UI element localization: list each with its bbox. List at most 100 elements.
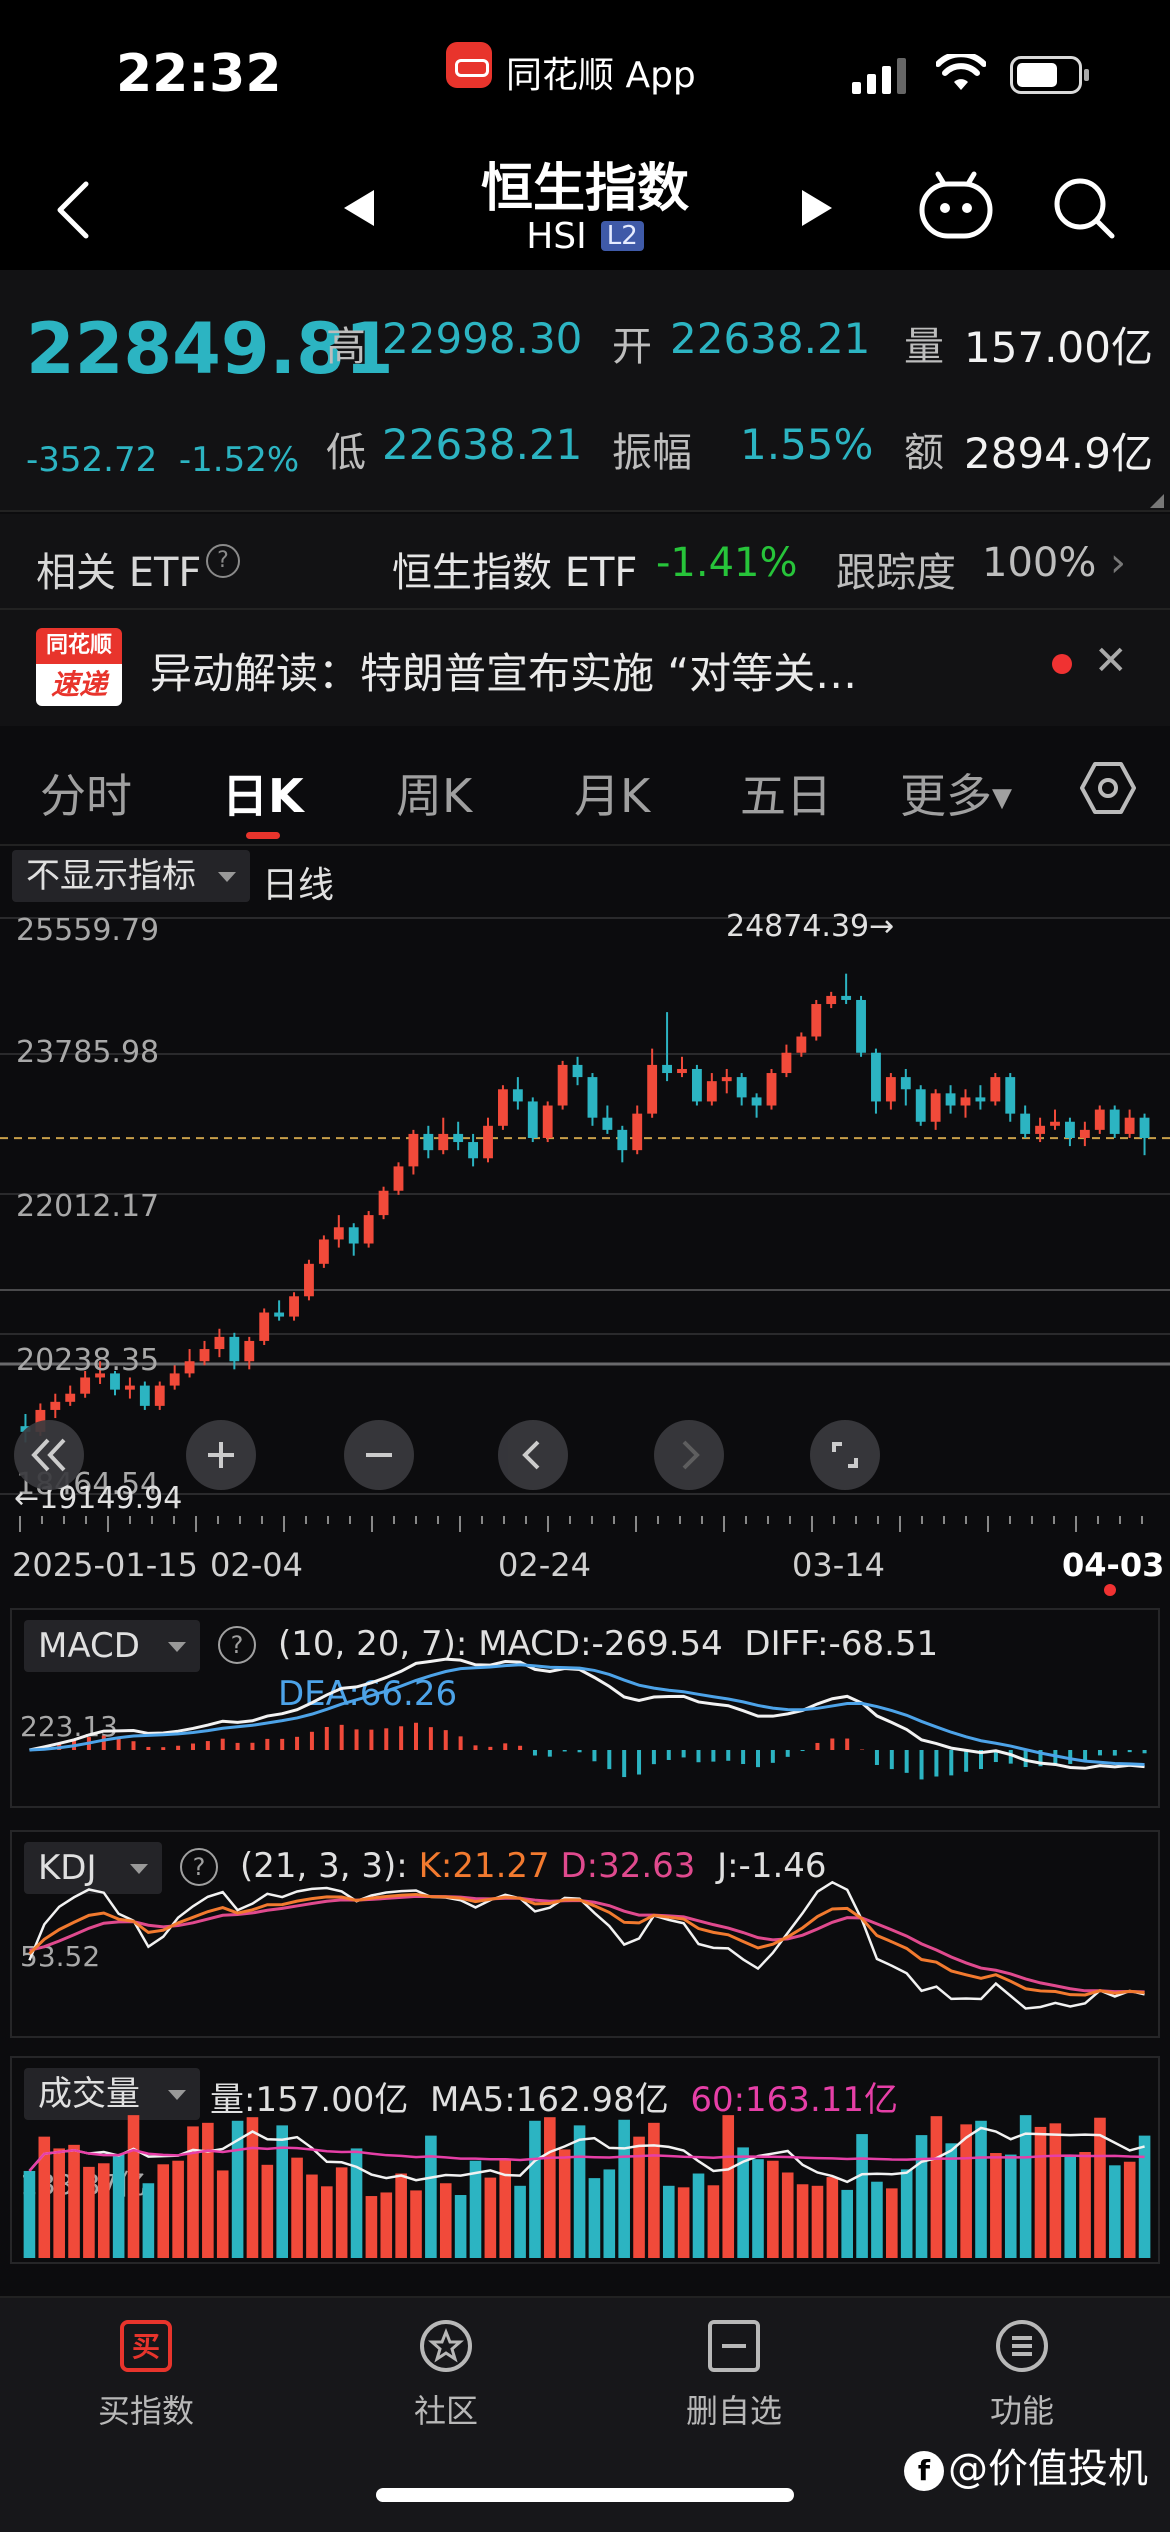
volume-bar [261, 2164, 274, 2258]
etf-label: 相关 ETF [36, 550, 202, 596]
remove-watchlist-icon [708, 2320, 760, 2372]
high-label: 高 [326, 324, 366, 370]
date-label-3: 02-24 [498, 1546, 591, 1584]
nav-functions[interactable]: 功能 [922, 2318, 1122, 2432]
candle [423, 1125, 434, 1159]
tab-weekly[interactable]: 周K [396, 760, 472, 826]
candle [169, 1365, 180, 1390]
news-alert-row[interactable]: 同花顺 速递 异动解读：特朗普宣布实施 “对等关… ✕ [0, 610, 1170, 726]
candle [587, 1073, 598, 1126]
active-tab-indicator [246, 832, 280, 839]
volume-bar [83, 2166, 95, 2258]
page-title: 恒生指数 [480, 159, 689, 219]
candle [960, 1089, 971, 1118]
candle [50, 1393, 61, 1419]
nav-community[interactable]: 社区 [346, 2318, 546, 2432]
wifi-icon [936, 54, 986, 90]
candle-body [274, 1312, 285, 1317]
robot-assistant-icon[interactable] [918, 170, 994, 240]
candle-body [885, 1077, 896, 1102]
candle [945, 1085, 956, 1114]
zoom-out-button[interactable] [344, 1420, 414, 1490]
candle-body [348, 1227, 359, 1244]
watermark: f @价值投机 [904, 2436, 1148, 2494]
tracking-value: 100% [982, 540, 1097, 586]
candle-body [498, 1089, 508, 1126]
turnover-label: 额 [904, 430, 944, 476]
nav-remove-label: 删自选 [685, 2392, 782, 2430]
close-icon[interactable]: ✕ [1094, 638, 1128, 684]
scroll-left-button[interactable] [498, 1420, 568, 1490]
kdj-panel: KDJ ? (21, 3, 3): K:21.27 D:32.63 J:-1.4… [10, 1830, 1160, 2038]
volume-bar [291, 2157, 303, 2258]
candle [124, 1377, 135, 1399]
volume-bar [53, 2148, 65, 2258]
tab-intraday[interactable]: 分时 [40, 760, 132, 826]
volume-bar [930, 2116, 943, 2258]
candle-body [856, 999, 866, 1053]
scroll-right-button[interactable] [654, 1420, 724, 1490]
volume-bar [722, 2115, 735, 2258]
candle-body [1124, 1117, 1135, 1134]
tab-more[interactable]: 更多▼ [900, 760, 1012, 826]
open-label: 开 [612, 324, 652, 370]
candle-body [587, 1077, 598, 1118]
help-icon[interactable]: ? [206, 544, 240, 578]
expand-corner-icon[interactable] [1150, 494, 1164, 508]
volume-bar [975, 2120, 987, 2258]
volume-bar [484, 2177, 497, 2258]
candle-body [721, 1077, 732, 1082]
nav-buy-index[interactable]: 买 买指数 [46, 2318, 246, 2432]
tab-five-day[interactable]: 五日 [740, 760, 832, 826]
volume-bar [514, 2185, 526, 2258]
candle-body [945, 1093, 956, 1106]
candle-body [900, 1077, 911, 1090]
fullscreen-button[interactable] [810, 1420, 880, 1490]
candle-body [214, 1336, 225, 1350]
candle-body [662, 1064, 672, 1074]
volume-bar [618, 2119, 630, 2258]
candle [572, 1056, 583, 1086]
scroll-left-fast-button[interactable] [14, 1420, 84, 1490]
candle-body [1005, 1077, 1016, 1114]
level2-badge[interactable]: L2 [600, 221, 644, 251]
candle-body [1079, 1129, 1090, 1138]
volume-bar [544, 2117, 556, 2258]
candle [721, 1068, 732, 1094]
etf-name[interactable]: 恒生指数 ETF [392, 540, 637, 598]
minus-icon [366, 1453, 392, 1457]
y-axis-label-1: 25559.79 [16, 913, 159, 948]
news-headline[interactable]: 异动解读：特朗普宣布实施 “对等关… [150, 640, 857, 701]
buy-icon: 买 [120, 2320, 172, 2372]
chevron-right-icon[interactable]: › [1110, 540, 1126, 586]
candle [154, 1381, 165, 1410]
dea-line [29, 1663, 1145, 1767]
volume-bar [558, 2149, 571, 2258]
candle [498, 1085, 508, 1130]
related-etf-row[interactable]: 相关 ETF ? 恒生指数 ETF -1.41% 跟踪度 100% › [0, 514, 1170, 608]
volume-bar [588, 2178, 601, 2258]
volume-bar [648, 2122, 660, 2258]
nav-remove-watchlist[interactable]: 删自选 [634, 2318, 834, 2432]
home-indicator[interactable] [376, 2488, 794, 2502]
candle [304, 1259, 314, 1301]
settings-icon[interactable] [1080, 760, 1136, 816]
volume-bar [23, 2170, 36, 2258]
indicator-select[interactable]: 不显示指标 [12, 850, 250, 902]
candle [706, 1073, 717, 1106]
candle [930, 1089, 941, 1130]
volume-bar [900, 2169, 913, 2258]
volume-bar [276, 2125, 288, 2258]
search-icon[interactable] [1052, 176, 1116, 240]
volume-bar [202, 2122, 214, 2258]
tab-monthly[interactable]: 月K [574, 760, 650, 826]
volume-bar [1109, 2165, 1121, 2258]
volume-bar [767, 2160, 779, 2258]
signal-icon [852, 58, 906, 94]
candle [915, 1085, 926, 1126]
candle-body [393, 1166, 404, 1191]
status-bar: 22:32 同花顺 App [0, 0, 1170, 140]
next-index-icon[interactable] [796, 188, 836, 228]
tab-daily[interactable]: 日K [222, 760, 304, 826]
zoom-in-button[interactable] [186, 1420, 256, 1490]
